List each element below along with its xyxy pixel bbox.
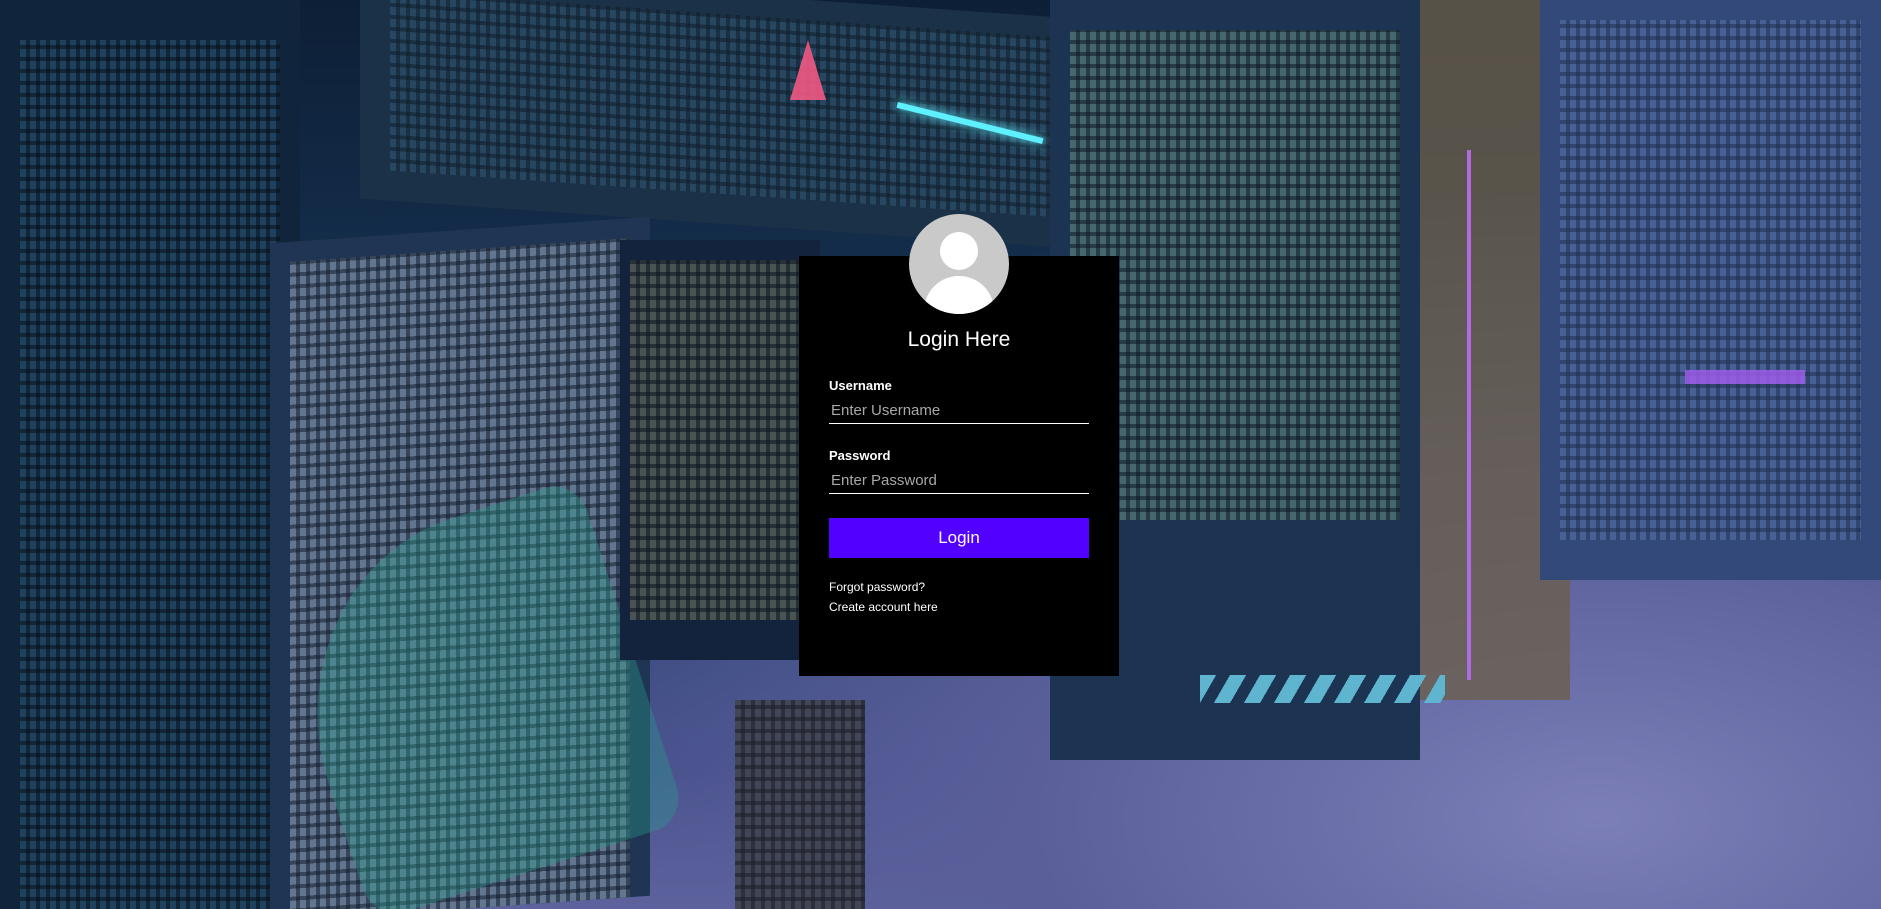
neon-light	[1467, 150, 1471, 680]
hazard-stripes	[1200, 675, 1445, 703]
neon-sign	[790, 40, 826, 100]
password-label: Password	[829, 448, 891, 463]
neon-light	[1685, 370, 1805, 384]
login-card: Login Here Username Password Login Forgo…	[799, 256, 1119, 676]
username-label: Username	[829, 378, 892, 393]
avatar-head	[940, 232, 978, 270]
background-building	[1540, 0, 1881, 580]
login-title: Login Here	[907, 328, 1011, 351]
login-button[interactable]: Login	[829, 518, 1089, 558]
avatar-body	[924, 276, 994, 314]
create-account-link[interactable]: Create account here	[829, 600, 938, 614]
background-tower	[735, 700, 865, 909]
forgot-password-link[interactable]: Forgot password?	[829, 580, 925, 594]
username-input[interactable]	[829, 398, 1089, 424]
user-avatar-icon	[909, 214, 1009, 314]
background-building	[620, 240, 820, 660]
background-building	[0, 0, 300, 909]
password-input[interactable]	[829, 468, 1089, 494]
